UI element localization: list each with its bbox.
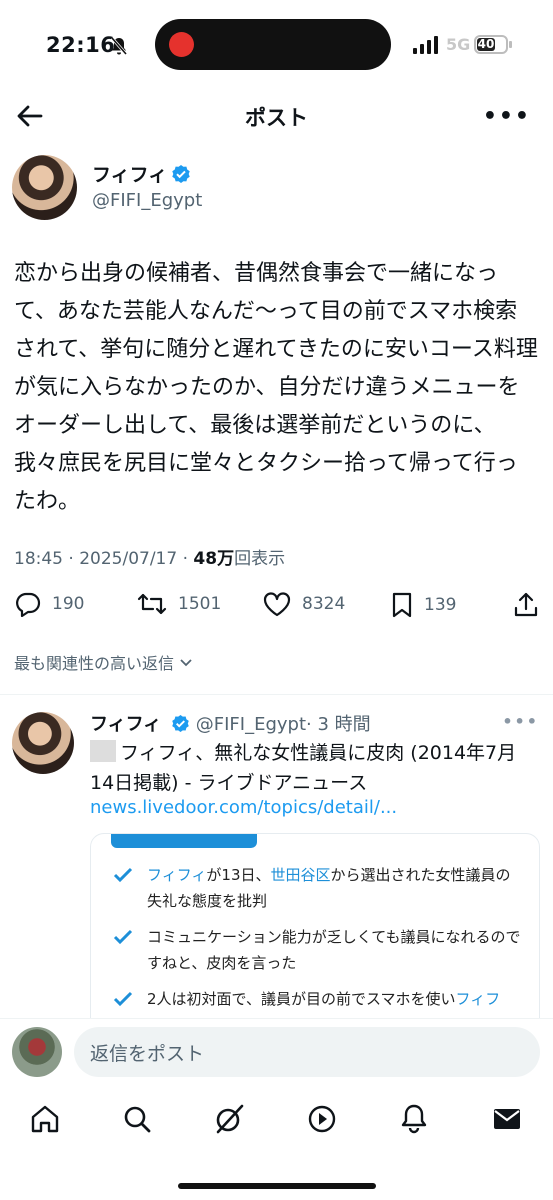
clock: 22:16 [46, 33, 116, 57]
reply-button[interactable]: 190 [14, 591, 84, 617]
author-name-row[interactable]: フィフィ [92, 160, 191, 187]
check-icon [113, 929, 133, 945]
network-type: 5G [446, 35, 471, 54]
card-text: コミュニケーション能力が乏しくても議員になれるのですねと、皮肉を言った [147, 928, 521, 972]
author-avatar[interactable] [12, 155, 77, 220]
verified-badge-icon [172, 165, 190, 183]
reply-more-icon[interactable]: ••• [502, 712, 539, 731]
bookmark-icon [392, 592, 412, 618]
card-highlight: フィフ [455, 990, 501, 1008]
recording-indicator-icon [169, 32, 194, 57]
grok-icon[interactable] [212, 1102, 246, 1136]
reply-author-handle[interactable]: @FIFI_Egypt [196, 714, 306, 735]
reply-text: フィフィ、無礼な女性議員に皮肉 (2014年7月14日掲載) - ライブドアニュ… [90, 738, 530, 798]
chevron-down-icon [180, 659, 192, 667]
card-item: フィフィが13日、世田谷区から選出された女性議員の失礼な態度を批判 [113, 862, 523, 914]
reply-composer: 返信をポスト [0, 1018, 553, 1088]
reply-input[interactable]: 返信をポスト [74, 1027, 540, 1077]
reply-sort-selector[interactable]: 最も関連性の高い返信 [14, 650, 194, 674]
reply-icon [16, 592, 41, 617]
reply-avatar[interactable] [12, 712, 74, 774]
card-tab [111, 834, 257, 848]
status-bar: 22:16 5G 40 [0, 0, 553, 90]
reply-author-name[interactable]: フィフィ [90, 714, 161, 735]
divider [0, 694, 553, 695]
bookmark-button[interactable]: 139 [390, 591, 456, 619]
battery-level: 40 [477, 37, 495, 51]
page-title: ポスト [245, 106, 308, 130]
author-name[interactable]: フィフィ [92, 164, 167, 186]
more-icon[interactable]: ••• [483, 104, 531, 129]
share-icon [514, 592, 538, 617]
repost-icon [137, 593, 167, 615]
reply-header[interactable]: フィフィ @FIFI_Egypt· 3 時間 [90, 710, 371, 736]
card-highlight: 世田谷区 [270, 866, 331, 884]
check-icon [113, 867, 133, 883]
card-item: コミュニケーション能力が乏しくても議員になれるのですねと、皮肉を言った [113, 924, 523, 976]
my-avatar[interactable] [12, 1027, 62, 1077]
top-bar: ポスト ••• [0, 92, 553, 140]
reply-text-content: フィフィ、無礼な女性議員に皮肉 (2014年7月14日掲載) - ライブドアニュ… [90, 742, 517, 794]
like-count: 8324 [302, 594, 346, 614]
views-label: 回表示 [234, 549, 286, 569]
repost-button[interactable]: 1501 [136, 591, 221, 617]
card-item: 2人は初対面で、議員が目の前でスマホを使いフィフ [113, 986, 523, 1012]
like-button[interactable]: 8324 [262, 591, 345, 617]
views-count[interactable]: 48万 [193, 549, 234, 569]
video-icon[interactable] [305, 1102, 339, 1136]
messages-icon[interactable] [490, 1102, 524, 1136]
notifications-icon[interactable] [397, 1102, 431, 1136]
author-handle[interactable]: @FIFI_Egypt [92, 190, 202, 211]
post-meta: 18:45 · 2025/07/17 · 48万回表示 [14, 544, 285, 569]
reply-count: 190 [52, 594, 85, 614]
reply-link[interactable]: news.livedoor.com/topics/detail/... [90, 797, 397, 818]
check-icon [113, 991, 133, 1007]
reply-sort-label: 最も関連性の高い返信 [14, 654, 175, 673]
reply-time: · 3 時間 [306, 714, 371, 735]
card-highlight: フィフィ [147, 866, 207, 884]
silent-bell-icon [110, 37, 128, 55]
home-indicator [178, 1183, 376, 1189]
dynamic-island [155, 19, 391, 70]
bottom-tab-bar [0, 1090, 553, 1150]
post-timestamp: 18:45 · 2025/07/17 · [14, 549, 194, 569]
signal-icon [413, 36, 438, 54]
post-actions: 190 1501 8324 139 [0, 585, 553, 625]
post-text: 恋から出身の候補者、昔偶然食事会で一緒になって、あなた芸能人なんだ〜って目の前で… [14, 261, 538, 514]
bookmark-count: 139 [424, 595, 457, 615]
blurred-emoji [90, 740, 116, 762]
home-icon[interactable] [28, 1102, 62, 1136]
search-icon[interactable] [120, 1102, 154, 1136]
heart-icon [263, 592, 291, 617]
battery-icon: 40 [474, 35, 512, 54]
verified-badge-icon [172, 714, 189, 733]
card-text: が13日、 [206, 866, 271, 884]
link-preview-card[interactable]: フィフィが13日、世田谷区から選出された女性議員の失礼な態度を批判 コミュニケー… [90, 833, 540, 1033]
card-text: 2人は初対面で、議員が目の前でスマホを使い [147, 990, 456, 1008]
repost-count: 1501 [178, 594, 222, 614]
share-button[interactable] [512, 591, 540, 619]
